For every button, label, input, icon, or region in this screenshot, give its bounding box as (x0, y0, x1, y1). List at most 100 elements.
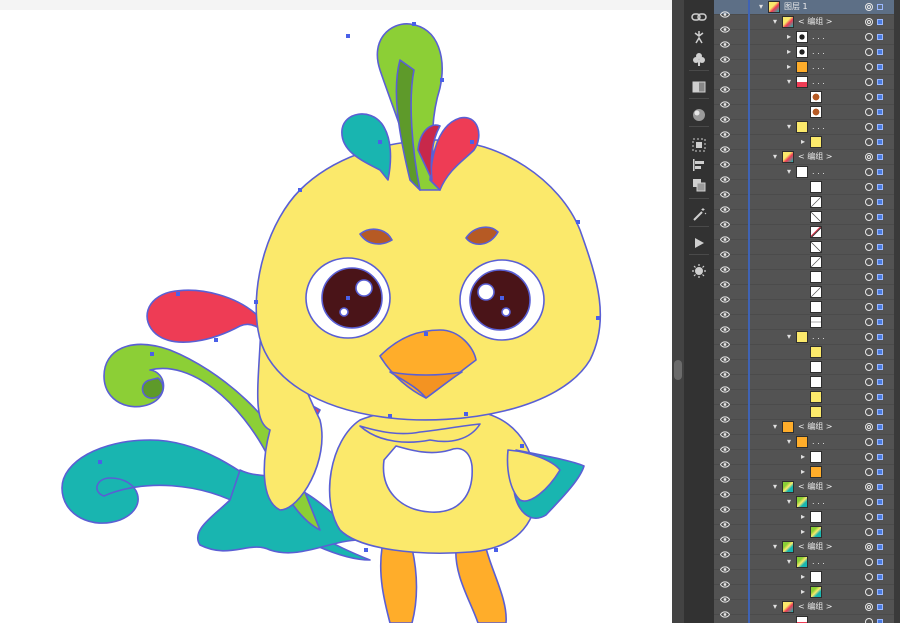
visibility-eye-icon[interactable] (719, 63, 731, 78)
visibility-eye-icon[interactable] (719, 303, 731, 318)
layer-row[interactable] (714, 390, 894, 408)
target-circle-icon[interactable] (865, 618, 873, 623)
selection-indicator[interactable] (877, 454, 883, 460)
visibility-eye-icon[interactable] (719, 288, 731, 303)
visibility-eye-icon[interactable] (719, 228, 731, 243)
target-circle-icon[interactable] (865, 378, 873, 386)
selection-indicator[interactable] (877, 604, 883, 610)
target-circle-icon[interactable] (865, 3, 873, 11)
target-circle-icon[interactable] (865, 63, 873, 71)
target-circle-icon[interactable] (865, 273, 873, 281)
layer-row[interactable]: ▾ < 编组 > (714, 150, 894, 168)
target-circle-icon[interactable] (865, 153, 873, 161)
selection-indicator[interactable] (877, 499, 883, 505)
target-circle-icon[interactable] (865, 498, 873, 506)
target-circle-icon[interactable] (865, 243, 873, 251)
selection-indicator[interactable] (877, 79, 883, 85)
selection-indicator[interactable] (877, 589, 883, 595)
visibility-eye-icon[interactable] (719, 108, 731, 123)
visibility-eye-icon[interactable] (719, 168, 731, 183)
target-circle-icon[interactable] (865, 303, 873, 311)
target-circle-icon[interactable] (865, 18, 873, 26)
selection-indicator[interactable] (877, 34, 883, 40)
selection-indicator[interactable] (877, 259, 883, 265)
selection-indicator[interactable] (877, 94, 883, 100)
chevron-right-icon[interactable]: ▸ (798, 512, 808, 522)
layer-row[interactable]: ▸ . . . (714, 45, 894, 63)
club-icon[interactable] (690, 50, 708, 68)
visibility-eye-icon[interactable] (719, 18, 731, 33)
selection-indicator[interactable] (877, 544, 883, 550)
target-circle-icon[interactable] (865, 183, 873, 191)
target-circle-icon[interactable] (865, 318, 873, 326)
chevron-down-icon[interactable]: ▾ (784, 167, 794, 177)
target-circle-icon[interactable] (865, 93, 873, 101)
layer-row[interactable] (714, 255, 894, 273)
visibility-eye-icon[interactable] (719, 33, 731, 48)
layers-panel[interactable]: ▾ 图层 1 ▾ < 编组 > ▸ . . . ▸ . . . ▸ . . . ▾ . . . ▾ . .… (714, 0, 894, 623)
visibility-eye-icon[interactable] (719, 528, 731, 543)
target-circle-icon[interactable] (865, 258, 873, 266)
selection-indicator[interactable] (877, 274, 883, 280)
selection-indicator[interactable] (877, 4, 883, 10)
chevron-down-icon[interactable]: ▾ (784, 122, 794, 132)
selection-indicator[interactable] (877, 469, 883, 475)
layer-row[interactable]: ▸ (714, 570, 894, 588)
visibility-eye-icon[interactable] (719, 258, 731, 273)
selection-indicator[interactable] (877, 199, 883, 205)
target-circle-icon[interactable] (865, 468, 873, 476)
layer-row[interactable]: ▸ (714, 585, 894, 603)
layer-row[interactable] (714, 285, 894, 303)
chevron-right-icon[interactable]: ▸ (798, 587, 808, 597)
layer-row[interactable]: ▸ (714, 525, 894, 543)
visibility-eye-icon[interactable] (719, 348, 731, 363)
layer-row[interactable] (714, 315, 894, 333)
target-circle-icon[interactable] (865, 423, 873, 431)
selection-indicator[interactable] (877, 424, 883, 430)
selection-indicator[interactable] (877, 439, 883, 445)
chevron-down-icon[interactable]: ▾ (770, 602, 780, 612)
selection-indicator[interactable] (877, 319, 883, 325)
target-circle-icon[interactable] (865, 588, 873, 596)
layer-row[interactable] (714, 195, 894, 213)
visibility-eye-icon[interactable] (719, 498, 731, 513)
visibility-eye-icon[interactable] (719, 198, 731, 213)
puppet-icon[interactable] (690, 28, 708, 46)
visibility-eye-icon[interactable] (719, 78, 731, 93)
visibility-eye-icon[interactable] (719, 438, 731, 453)
visibility-eye-icon[interactable] (719, 393, 731, 408)
visibility-eye-icon[interactable] (719, 273, 731, 288)
chevron-down-icon[interactable]: ▾ (770, 17, 780, 27)
selection-indicator[interactable] (877, 154, 883, 160)
layer-row[interactable]: ▸ . . . (714, 30, 894, 48)
target-circle-icon[interactable] (865, 513, 873, 521)
magic-wand-icon[interactable] (690, 206, 708, 224)
visibility-eye-icon[interactable] (719, 48, 731, 63)
selection-indicator[interactable] (877, 394, 883, 400)
layer-row[interactable] (714, 405, 894, 423)
selection-indicator[interactable] (877, 109, 883, 115)
layer-row[interactable] (714, 225, 894, 243)
layer-row[interactable]: ▸ (714, 135, 894, 153)
chevron-right-icon[interactable]: ▸ (784, 32, 794, 42)
chevron-down-icon[interactable]: ▾ (784, 557, 794, 567)
chevron-down-icon[interactable]: ▾ (784, 77, 794, 87)
visibility-eye-icon[interactable] (719, 603, 731, 618)
layer-row[interactable] (714, 345, 894, 363)
selection-indicator[interactable] (877, 19, 883, 25)
layer-row[interactable]: ▾ < 编组 > (714, 480, 894, 498)
layer-row[interactable]: ▸ (714, 510, 894, 528)
selection-indicator[interactable] (877, 229, 883, 235)
align-icon[interactable] (690, 136, 708, 154)
chevron-right-icon[interactable]: ▸ (784, 47, 794, 57)
target-circle-icon[interactable] (865, 288, 873, 296)
visibility-eye-icon[interactable] (719, 423, 731, 438)
layer-row[interactable]: ▾ < 编组 > (714, 15, 894, 33)
layer-row[interactable]: ▾ < 编组 > (714, 420, 894, 438)
target-circle-icon[interactable] (865, 573, 873, 581)
layer-row[interactable]: ▾ . . . (714, 75, 894, 93)
visibility-eye-icon[interactable] (719, 543, 731, 558)
target-circle-icon[interactable] (865, 393, 873, 401)
selection-indicator[interactable] (877, 334, 883, 340)
visibility-eye-icon[interactable] (719, 243, 731, 258)
